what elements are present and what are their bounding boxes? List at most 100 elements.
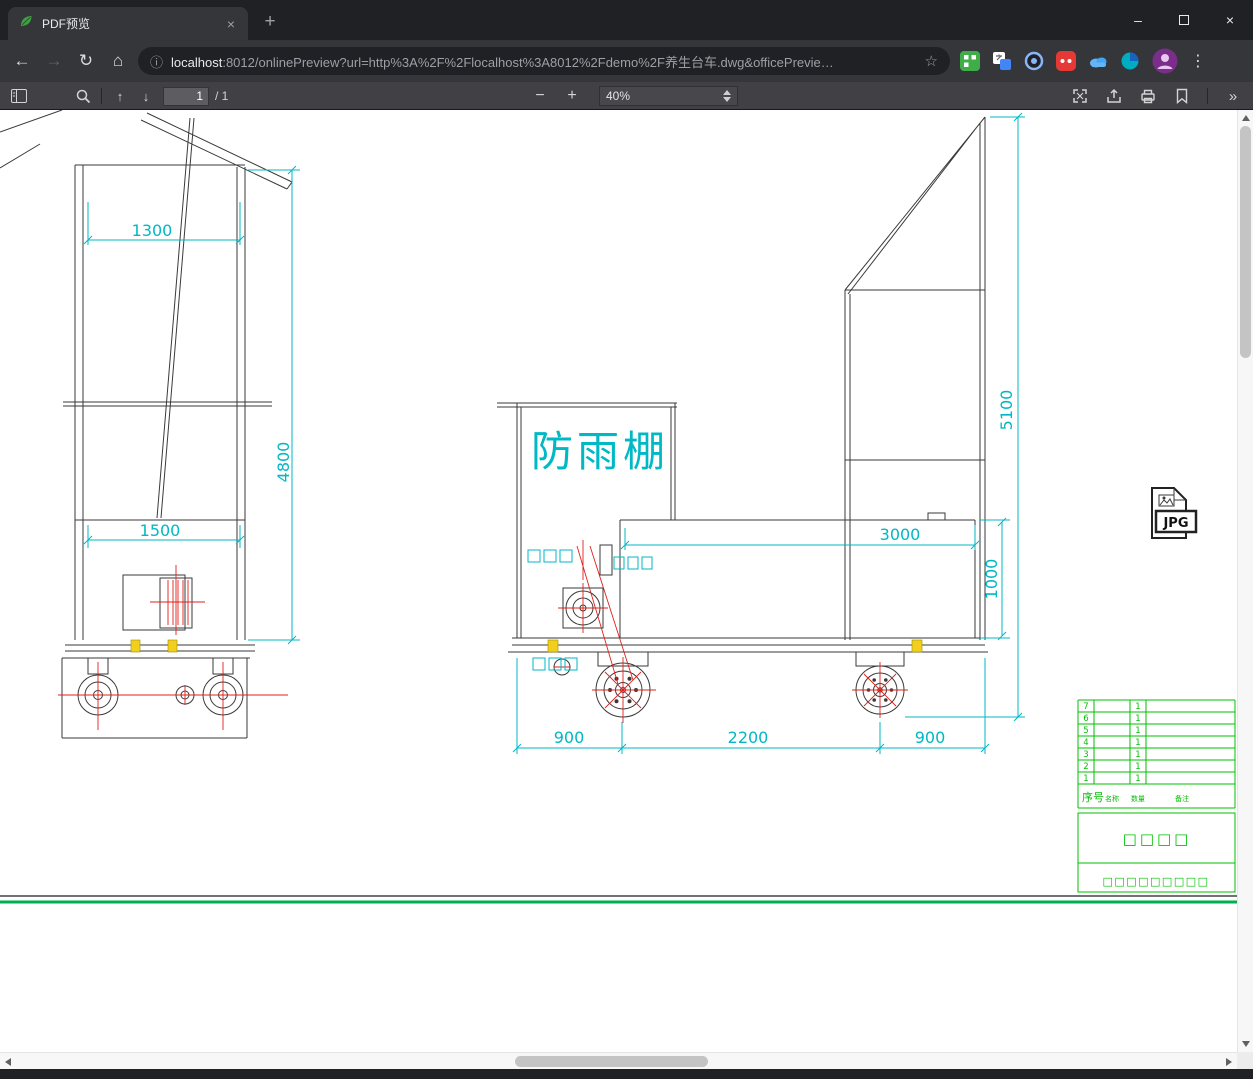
toolbar-separator bbox=[1207, 88, 1208, 104]
window-bottom-edge bbox=[0, 1069, 1253, 1079]
title-block-header-name: 名称 bbox=[1105, 794, 1119, 803]
dimension-label-3000: 3000 bbox=[880, 525, 921, 544]
browser-window: PDF预览 × + – × ← → ↻ ⌂ ⓘ localhost:8012/o… bbox=[0, 0, 1253, 1079]
sidebar-toggle-button[interactable] bbox=[6, 84, 32, 108]
row-number: 2 bbox=[1083, 762, 1088, 772]
extension-icon-blue-ring[interactable] bbox=[1023, 50, 1045, 72]
dimension-label-1500: 1500 bbox=[140, 521, 181, 540]
browser-menu-icon[interactable]: ⋮ bbox=[1186, 51, 1210, 71]
page-info-icon[interactable]: ⓘ bbox=[150, 52, 163, 71]
select-spinner-icon bbox=[723, 90, 731, 102]
bookmark-star-icon[interactable]: ☆ bbox=[925, 52, 938, 70]
reload-button[interactable]: ↻ bbox=[72, 47, 100, 75]
side-elevation-view bbox=[497, 116, 988, 718]
browser-tab[interactable]: PDF预览 × bbox=[8, 7, 248, 40]
jpg-icon-label: JPG bbox=[1162, 516, 1188, 531]
jpg-file-icon: JPG bbox=[1151, 487, 1198, 539]
row-number: 3 bbox=[1083, 750, 1088, 760]
tab-favicon-leaf-icon bbox=[18, 13, 34, 34]
nav-toolbar: ← → ↻ ⌂ ⓘ localhost:8012/onlinePreview?u… bbox=[0, 40, 1253, 82]
pdf-toolbar-right: » bbox=[1066, 82, 1247, 110]
dimension-label-4800: 4800 bbox=[274, 442, 293, 483]
pdf-toolbar-center: − + 40% bbox=[527, 82, 738, 110]
dimension-label-900-left: 900 bbox=[554, 728, 585, 747]
scroll-left-arrow[interactable] bbox=[0, 1053, 16, 1070]
row-number: 6 bbox=[1083, 714, 1088, 724]
page-number-input[interactable] bbox=[163, 86, 209, 106]
scroll-down-arrow[interactable] bbox=[1238, 1036, 1253, 1052]
highlight-marks bbox=[130, 639, 923, 653]
left-elevation-view bbox=[0, 110, 293, 739]
open-file-button[interactable] bbox=[1100, 84, 1128, 108]
next-page-button[interactable]: ↓ bbox=[133, 84, 159, 108]
dimension-label-1000: 1000 bbox=[982, 559, 1001, 600]
row-qty: 1 bbox=[1135, 750, 1140, 760]
title-block-footer-text: □□□□□□□□□ bbox=[1102, 875, 1209, 888]
row-qty: 1 bbox=[1135, 774, 1140, 784]
maximize-button[interactable] bbox=[1161, 0, 1207, 40]
dimension-label-5100: 5100 bbox=[997, 390, 1016, 431]
profile-avatar[interactable] bbox=[1152, 48, 1178, 74]
dimension-label-2200: 2200 bbox=[728, 728, 769, 747]
home-button[interactable]: ⌂ bbox=[104, 47, 132, 75]
dimension-label-1300: 1300 bbox=[132, 221, 173, 240]
print-button[interactable] bbox=[1134, 84, 1162, 108]
url-host: localhost bbox=[171, 54, 223, 70]
zoom-out-button[interactable]: − bbox=[527, 84, 553, 108]
horizontal-scrollbar[interactable] bbox=[0, 1052, 1237, 1069]
more-tools-button[interactable]: » bbox=[1219, 84, 1247, 108]
previous-page-button[interactable]: ↑ bbox=[107, 84, 133, 108]
row-qty: 1 bbox=[1135, 714, 1140, 724]
dimension-label-900-right: 900 bbox=[915, 728, 946, 747]
extension-icon-cloud[interactable] bbox=[1087, 50, 1109, 72]
horizontal-scrollbar-thumb[interactable] bbox=[515, 1056, 708, 1067]
row-number: 4 bbox=[1083, 738, 1088, 748]
extension-icon-green[interactable] bbox=[959, 50, 981, 72]
title-block-header-qty: 数量 bbox=[1131, 794, 1145, 803]
toolbar-separator bbox=[101, 88, 102, 104]
extension-icon-red[interactable] bbox=[1055, 50, 1077, 72]
url-bar[interactable]: ⓘ localhost:8012/onlinePreview?url=http%… bbox=[138, 47, 950, 75]
pdf-toolbar-left: ↑ ↓ / 1 bbox=[0, 82, 228, 110]
row-qty: 1 bbox=[1135, 762, 1140, 772]
search-button[interactable] bbox=[70, 84, 96, 108]
url-rest: :8012/onlinePreview?url=http%3A%2F%2Floc… bbox=[222, 54, 834, 70]
title-block-title-text: □□□□ bbox=[1123, 830, 1192, 848]
forward-button[interactable]: → bbox=[40, 47, 68, 75]
tab-close-icon[interactable]: × bbox=[222, 15, 240, 33]
row-qty: 1 bbox=[1135, 726, 1140, 736]
maximize-icon bbox=[1179, 15, 1189, 25]
row-qty: 1 bbox=[1135, 702, 1140, 712]
pdf-page-canvas: 1300 4800 1500 3000 1000 5100 900 2200 9… bbox=[0, 110, 1237, 1052]
title-bar: PDF预览 × + – × bbox=[0, 0, 1253, 40]
url-text: localhost:8012/onlinePreview?url=http%3A… bbox=[171, 52, 917, 71]
minimize-button[interactable]: – bbox=[1115, 0, 1161, 40]
row-number: 1 bbox=[1083, 774, 1088, 784]
zoom-level-select[interactable]: 40% bbox=[599, 86, 738, 106]
tab-title: PDF预览 bbox=[42, 17, 91, 31]
back-button[interactable]: ← bbox=[8, 47, 36, 75]
extension-icon-teal[interactable] bbox=[1119, 50, 1141, 72]
presentation-mode-button[interactable] bbox=[1066, 84, 1094, 108]
row-number: 5 bbox=[1083, 726, 1088, 736]
vertical-scrollbar[interactable] bbox=[1237, 110, 1253, 1052]
close-window-button[interactable]: × bbox=[1207, 0, 1253, 40]
zoom-in-button[interactable]: + bbox=[559, 84, 585, 108]
cad-drawing: 1300 4800 1500 3000 1000 5100 900 2200 9… bbox=[0, 110, 1237, 904]
bookmark-button[interactable] bbox=[1168, 84, 1196, 108]
scroll-up-arrow[interactable] bbox=[1238, 110, 1253, 126]
scrollbar-corner bbox=[1237, 1052, 1253, 1069]
row-number: 7 bbox=[1083, 702, 1088, 712]
new-tab-button[interactable]: + bbox=[258, 10, 282, 34]
row-qty: 1 bbox=[1135, 738, 1140, 748]
canopy-label-text: 防雨棚 bbox=[531, 427, 669, 476]
centerlines bbox=[58, 540, 908, 730]
vertical-scrollbar-thumb[interactable] bbox=[1240, 126, 1251, 358]
zoom-level-value: 40% bbox=[606, 89, 631, 103]
sheet-border-lines bbox=[0, 895, 1237, 904]
scroll-right-arrow[interactable] bbox=[1221, 1053, 1237, 1070]
extension-icon-translate[interactable] bbox=[991, 50, 1013, 72]
title-block-header-no: 序号 bbox=[1082, 790, 1104, 804]
pdf-toolbar: ↑ ↓ / 1 − + 40% bbox=[0, 82, 1253, 110]
dimension-labels: 1300 4800 1500 3000 1000 5100 900 2200 9… bbox=[132, 221, 1016, 747]
